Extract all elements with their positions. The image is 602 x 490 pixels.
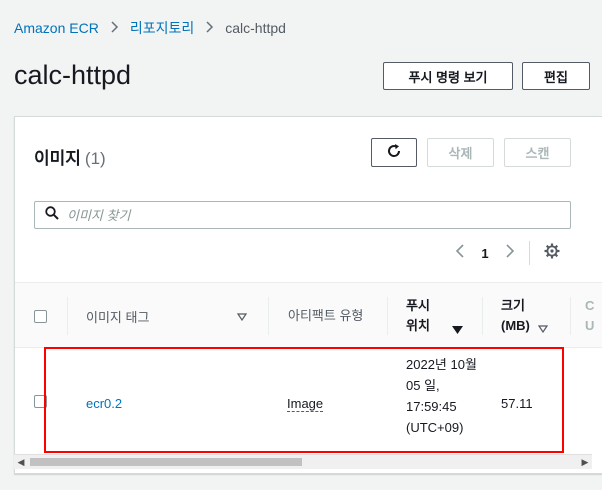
sort-icon xyxy=(236,309,248,324)
col-image-tag-label: 이미지 태그 xyxy=(86,309,150,325)
col-artifact-type[interactable]: 아티팩트 유형 xyxy=(268,283,387,349)
chevron-right-icon xyxy=(205,20,214,36)
horizontal-scrollbar[interactable]: ◀ ▶ xyxy=(14,454,592,469)
current-page[interactable]: 1 xyxy=(471,246,499,261)
images-count: (1) xyxy=(84,149,106,168)
search-input[interactable] xyxy=(67,207,547,223)
pagination: 1 xyxy=(449,241,560,265)
refresh-icon xyxy=(386,143,402,162)
delete-button[interactable]: 삭제 xyxy=(427,138,494,167)
scan-button[interactable]: 스캔 xyxy=(504,138,571,167)
scroll-left-icon[interactable]: ◀ xyxy=(14,455,28,469)
size-value: 57.11 xyxy=(501,396,533,411)
sort-down-icon xyxy=(452,322,463,337)
refresh-button[interactable] xyxy=(371,138,417,167)
col-image-tag[interactable]: 이미지 태그 xyxy=(67,283,268,349)
col-separator xyxy=(482,297,483,335)
col-separator xyxy=(67,297,68,335)
row-checkbox[interactable] xyxy=(34,395,47,408)
edit-button[interactable]: 편집 xyxy=(522,62,590,90)
col-size-label: 크기 (MB) xyxy=(501,298,530,333)
breadcrumb-amazon-ecr[interactable]: Amazon ECR xyxy=(14,20,99,36)
col-size[interactable]: 크기 (MB) xyxy=(482,283,570,349)
scroll-right-icon[interactable]: ▶ xyxy=(578,455,592,469)
col-separator xyxy=(387,297,388,335)
chevron-right-icon xyxy=(110,20,119,36)
col-partial[interactable]: C U xyxy=(570,283,602,349)
page-title: calc-httpd xyxy=(14,60,132,90)
images-panel-title: 이미지 (1) xyxy=(34,144,106,169)
col-pushed-at[interactable]: 푸시 위치 xyxy=(387,283,482,349)
images-panel: 이미지(1) 삭제 스캔 1 이미 xyxy=(14,116,602,474)
select-all-cell xyxy=(34,283,47,349)
chevron-left-icon[interactable] xyxy=(449,243,471,263)
image-tag-link[interactable]: ecr0.2 xyxy=(86,396,122,411)
table-row[interactable]: ecr0.2 Image 2022년 10월 05 일, 17:59:45 (U… xyxy=(15,348,602,456)
breadcrumb: Amazon ECR 리포지토리 calc-httpd xyxy=(14,18,286,38)
table-header: 이미지 태그 아티팩트 유형 푸시 위치 크기 (MB) C U xyxy=(15,282,602,348)
images-title-text: 이미지 xyxy=(34,149,81,168)
col-separator xyxy=(570,297,571,335)
pushed-at-value: 2022년 10월 05 일, 17:59:45 (UTC+09) xyxy=(406,357,477,435)
search-box xyxy=(34,201,571,229)
col-partial-label: C U xyxy=(585,298,595,333)
pager-divider xyxy=(529,241,530,265)
col-separator xyxy=(268,297,269,335)
chevron-right-icon[interactable] xyxy=(499,243,521,263)
scroll-thumb[interactable] xyxy=(30,458,302,466)
breadcrumb-repositories[interactable]: 리포지토리 xyxy=(130,18,194,38)
view-push-commands-button[interactable]: 푸시 명령 보기 xyxy=(383,62,513,90)
col-artifact-type-label: 아티팩트 유형 xyxy=(288,308,364,323)
col-pushed-at-label: 푸시 위치 xyxy=(406,298,430,333)
sort-icon xyxy=(537,321,549,336)
search-icon xyxy=(45,205,59,225)
gear-icon[interactable] xyxy=(544,243,560,264)
artifact-type-value: Image xyxy=(287,396,324,412)
breadcrumb-current: calc-httpd xyxy=(225,20,286,36)
select-all-checkbox[interactable] xyxy=(34,309,47,323)
